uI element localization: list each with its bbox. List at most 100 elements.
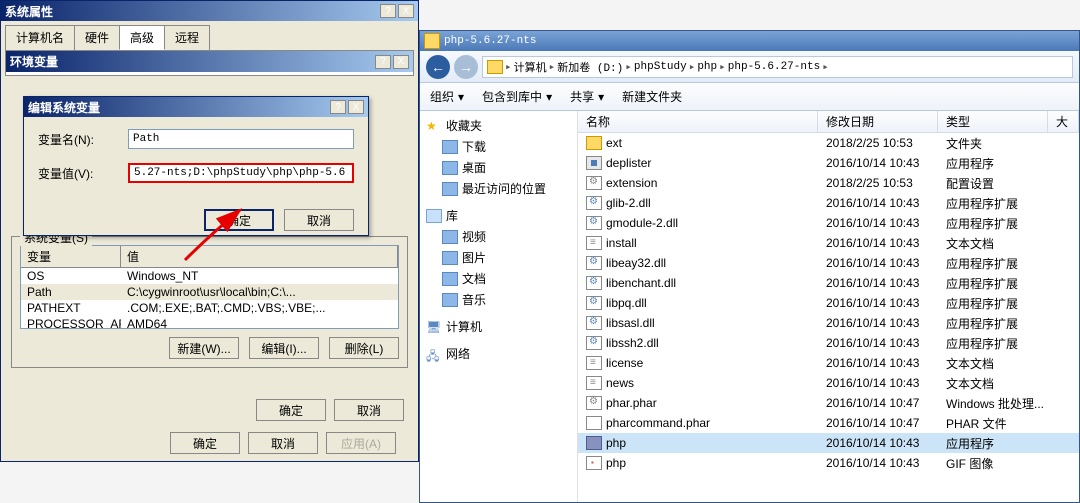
- env-close-button[interactable]: X: [393, 55, 409, 69]
- header-type[interactable]: 类型: [938, 111, 1048, 132]
- folder-icon: [442, 272, 458, 286]
- sidebar-item[interactable]: 文档: [422, 268, 575, 289]
- organize-menu[interactable]: 组织 ▾: [430, 88, 464, 105]
- edit-button[interactable]: 编辑(I)...: [249, 337, 319, 359]
- sysvar-row[interactable]: PROCESSOR_AR...AMD64: [21, 316, 398, 329]
- file-row[interactable]: pharcommand.phar2016/10/14 10:47PHAR 文件: [578, 413, 1079, 433]
- sidebar-group[interactable]: 🖥计算机: [422, 316, 575, 337]
- file-row[interactable]: deplister2016/10/14 10:43应用程序: [578, 153, 1079, 173]
- folder-icon: [442, 182, 458, 196]
- file-row[interactable]: extension2018/2/25 10:53配置设置: [578, 173, 1079, 193]
- breadcrumb-folder-icon: [487, 60, 503, 74]
- dll-icon: [586, 296, 602, 310]
- breadcrumb-item[interactable]: phpStudy: [634, 61, 687, 73]
- sysprop-ok-button[interactable]: 确定: [170, 432, 240, 454]
- file-row[interactable]: glib-2.dll2016/10/14 10:43应用程序扩展: [578, 193, 1079, 213]
- file-row[interactable]: libssh2.dll2016/10/14 10:43应用程序扩展: [578, 333, 1079, 353]
- share-menu[interactable]: 共享 ▾: [570, 88, 604, 105]
- close-button[interactable]: X: [398, 4, 414, 18]
- file-row[interactable]: php2016/10/14 10:43应用程序: [578, 433, 1079, 453]
- explorer-body: ★收藏夹下载桌面最近访问的位置库视频图片文档音乐🖥计算机🖧网络 名称 修改日期 …: [420, 111, 1079, 502]
- sidebar-group[interactable]: ★收藏夹: [422, 115, 575, 136]
- variable-name-input[interactable]: [128, 129, 354, 149]
- sysvar-row[interactable]: PathC:\cygwinroot\usr\local\bin;C:\...: [21, 284, 398, 300]
- env-cancel-button[interactable]: 取消: [334, 399, 404, 421]
- back-button[interactable]: ←: [426, 55, 450, 79]
- folder-icon: [442, 161, 458, 175]
- new-folder-button[interactable]: 新建文件夹: [622, 88, 682, 105]
- sidebar-group[interactable]: 🖧网络: [422, 343, 575, 364]
- file-row[interactable]: install2016/10/14 10:43文本文档: [578, 233, 1079, 253]
- variable-value-input[interactable]: [128, 163, 354, 183]
- tab-1[interactable]: 硬件: [74, 25, 120, 50]
- file-row[interactable]: news2016/10/14 10:43文本文档: [578, 373, 1079, 393]
- forward-button[interactable]: →: [454, 55, 478, 79]
- sidebar-item[interactable]: 最近访问的位置: [422, 178, 575, 199]
- sysprop-apply-button[interactable]: 应用(A): [326, 432, 396, 454]
- txt-icon: [586, 236, 602, 250]
- delete-button[interactable]: 删除(L): [329, 337, 399, 359]
- breadcrumb-item[interactable]: 新加卷 (D:): [557, 59, 623, 75]
- include-library-menu[interactable]: 包含到库中 ▾: [482, 88, 552, 105]
- breadcrumb-item[interactable]: php-5.6.27-nts: [728, 61, 820, 73]
- edit-titlebar: 编辑系统变量 ? X: [24, 97, 368, 117]
- header-name[interactable]: 名称: [578, 111, 818, 132]
- tab-3[interactable]: 远程: [164, 25, 210, 50]
- tab-2[interactable]: 高级: [119, 25, 165, 50]
- tab-0[interactable]: 计算机名: [5, 25, 75, 50]
- env-titlebar: 环境变量 ? X: [6, 51, 413, 72]
- file-row[interactable]: ext2018/2/25 10:53文件夹: [578, 133, 1079, 153]
- phar-icon: [586, 416, 602, 430]
- sysvars-buttons: 新建(W)... 编辑(I)... 删除(L): [20, 337, 399, 359]
- edit-help-button[interactable]: ?: [330, 100, 346, 114]
- sysprop-tabs: 计算机名硬件高级远程: [5, 25, 414, 50]
- sidebar-item[interactable]: 音乐: [422, 289, 575, 310]
- star-icon: ★: [426, 119, 442, 133]
- sysvar-row[interactable]: OSWindows_NT: [21, 268, 398, 284]
- edit-cancel-button[interactable]: 取消: [284, 209, 354, 231]
- file-row[interactable]: gmodule-2.dll2016/10/14 10:43应用程序扩展: [578, 213, 1079, 233]
- name-row: 变量名(N):: [38, 129, 354, 149]
- bat-icon: [586, 396, 602, 410]
- help-button[interactable]: ?: [380, 4, 396, 18]
- name-label: 变量名(N):: [38, 131, 128, 148]
- file-row[interactable]: libpq.dll2016/10/14 10:43应用程序扩展: [578, 293, 1079, 313]
- file-row[interactable]: libeay32.dll2016/10/14 10:43应用程序扩展: [578, 253, 1079, 273]
- explorer-window: php-5.6.27-nts ← → ▸计算机▸新加卷 (D:)▸phpStud…: [419, 30, 1080, 503]
- breadcrumb[interactable]: ▸计算机▸新加卷 (D:)▸phpStudy▸php▸php-5.6.27-nt…: [482, 56, 1073, 78]
- breadcrumb-item[interactable]: 计算机: [514, 59, 547, 75]
- sidebar-item[interactable]: 视频: [422, 226, 575, 247]
- header-value[interactable]: 值: [121, 246, 398, 267]
- env-title: 环境变量: [10, 53, 373, 70]
- explorer-sidebar: ★收藏夹下载桌面最近访问的位置库视频图片文档音乐 🖥计算机 🖧网络: [420, 111, 578, 502]
- sidebar-item[interactable]: 下载: [422, 136, 575, 157]
- folder-icon: [586, 136, 602, 150]
- new-button[interactable]: 新建(W)...: [169, 337, 239, 359]
- sysprop-cancel-button[interactable]: 取消: [248, 432, 318, 454]
- cfg-icon: [586, 176, 602, 190]
- header-variable[interactable]: 变量: [21, 246, 121, 267]
- file-row[interactable]: php2016/10/14 10:43GIF 图像: [578, 453, 1079, 473]
- dll-icon: [586, 336, 602, 350]
- env-help-button[interactable]: ?: [375, 55, 391, 69]
- dll-icon: [586, 276, 602, 290]
- breadcrumb-item[interactable]: php: [697, 61, 717, 73]
- sysprop-dialog-buttons: 确定 取消 应用(A): [170, 432, 396, 454]
- header-date[interactable]: 修改日期: [818, 111, 938, 132]
- edit-close-button[interactable]: X: [348, 100, 364, 114]
- edit-title: 编辑系统变量: [28, 99, 328, 116]
- file-row[interactable]: license2016/10/14 10:43文本文档: [578, 353, 1079, 373]
- file-row[interactable]: libsasl.dll2016/10/14 10:43应用程序扩展: [578, 313, 1079, 333]
- env-ok-button[interactable]: 确定: [256, 399, 326, 421]
- sidebar-item[interactable]: 桌面: [422, 157, 575, 178]
- folder-icon: [424, 33, 440, 49]
- dll-icon: [586, 256, 602, 270]
- sysvar-row[interactable]: PATHEXT.COM;.EXE;.BAT;.CMD;.VBS;.VBE;...: [21, 300, 398, 316]
- file-row[interactable]: libenchant.dll2016/10/14 10:43应用程序扩展: [578, 273, 1079, 293]
- sidebar-item[interactable]: 图片: [422, 247, 575, 268]
- sidebar-group[interactable]: 库: [422, 205, 575, 226]
- file-row[interactable]: phar.phar2016/10/14 10:47Windows 批处理...: [578, 393, 1079, 413]
- header-size[interactable]: 大: [1048, 111, 1079, 132]
- breadcrumb-separator-icon: ▸: [719, 60, 726, 74]
- dll-icon: [586, 316, 602, 330]
